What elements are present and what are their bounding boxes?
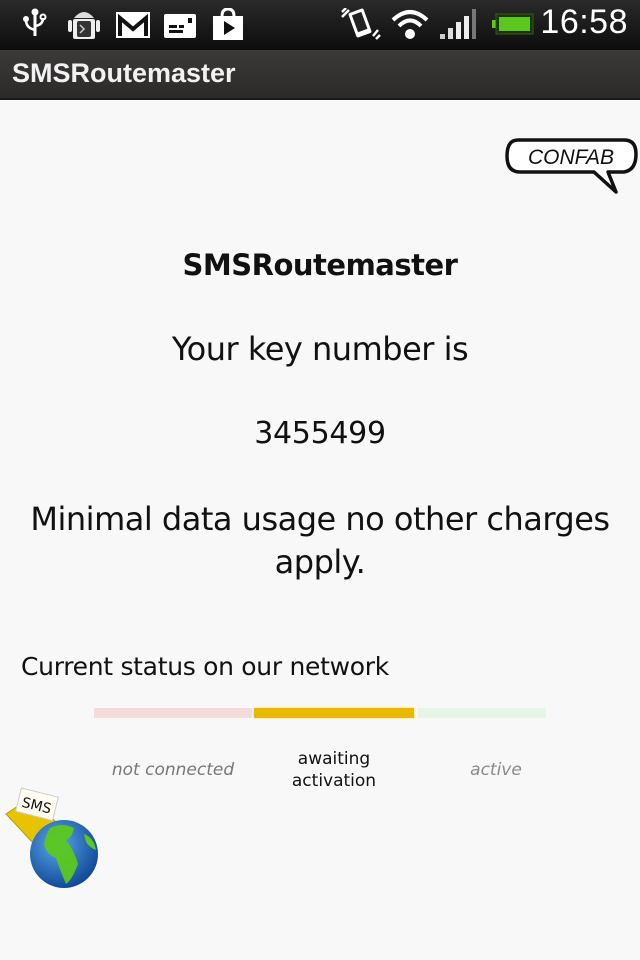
- gmail-icon: [116, 12, 150, 38]
- confab-badge[interactable]: CONFAB: [504, 134, 638, 202]
- status-segment-awaiting-activation: [254, 708, 414, 718]
- vibrate-icon: [341, 8, 381, 40]
- app-title: SMSRoutemaster: [182, 248, 458, 282]
- stage-label-not-connected: not connected: [111, 760, 235, 780]
- battery-icon: [492, 13, 534, 35]
- sms-globe-logo: SMS: [5, 787, 98, 888]
- wifi-icon: [391, 10, 429, 39]
- confab-label: CONFAB: [528, 146, 614, 169]
- clock: 16:58: [540, 3, 628, 41]
- usb-icon: [23, 8, 47, 36]
- key-number-value: 3455499: [254, 416, 386, 451]
- sim-card-icon: [164, 14, 196, 38]
- status-segment-not-connected: [94, 708, 252, 718]
- title-bar: SMSRoutemaster: [0, 50, 640, 100]
- app-bar-title: SMSRoutemaster: [12, 58, 236, 88]
- status-bar: 16:58: [0, 0, 640, 50]
- status-segment-active: [418, 708, 546, 718]
- network-status-heading: Current status on our network: [21, 652, 389, 681]
- android-debug-icon: [68, 12, 100, 39]
- data-usage-info: Minimal data usage no other charges appl…: [30, 500, 610, 581]
- stage-label-awaiting-activation: awaiting activation: [254, 748, 414, 792]
- play-store-icon: [213, 8, 243, 40]
- key-number-label: Your key number is: [171, 330, 469, 368]
- signal-icon: [440, 9, 476, 39]
- stage-label-awaiting-activation-text: awaiting activation: [291, 749, 377, 791]
- stage-label-active: active: [470, 760, 522, 780]
